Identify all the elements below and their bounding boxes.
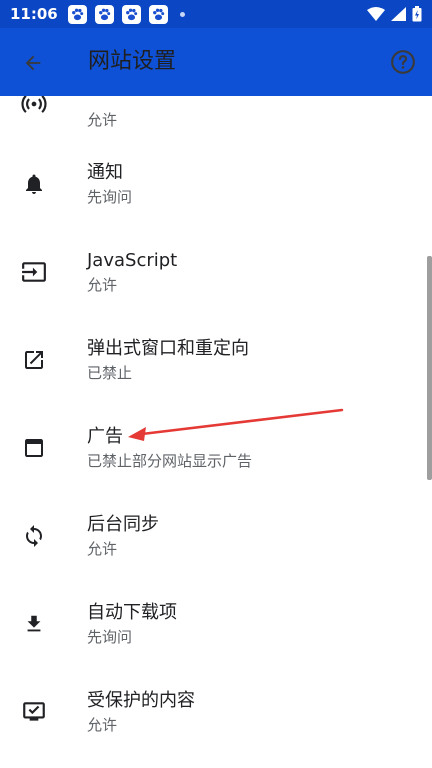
setting-summary: 允许 [87, 716, 118, 734]
setting-title: 自动下载项 [87, 602, 177, 623]
setting-summary: 先询问 [87, 628, 133, 646]
javascript-icon [20, 258, 48, 286]
setting-summary: 允许 [87, 540, 118, 558]
setting-row-background-sync[interactable]: 后台同步 允许 [0, 496, 420, 584]
status-indicators [367, 6, 422, 22]
help-icon [391, 50, 415, 74]
sensor-icon [20, 96, 48, 118]
app-bar: 网站设置 [0, 28, 432, 96]
setting-summary: 允许 [87, 111, 118, 129]
help-button[interactable] [388, 47, 418, 77]
baidu-paw-icon [94, 4, 114, 24]
setting-row-notifications[interactable]: 通知 先询问 [0, 144, 420, 232]
setting-row-ads[interactable]: 广告 已禁止部分网站显示广告 [0, 408, 420, 496]
open-in-new-icon [20, 346, 48, 374]
battery-charging-icon [412, 6, 422, 22]
download-icon [20, 610, 48, 638]
protected-content-icon [20, 698, 48, 726]
status-time: 11:06 [10, 5, 58, 23]
back-button[interactable] [16, 46, 50, 80]
setting-row-javascript[interactable]: JavaScript 允许 [0, 232, 420, 320]
baidu-paw-icon [121, 4, 141, 24]
setting-row-auto-downloads[interactable]: 自动下载项 先询问 [0, 584, 420, 672]
wifi-icon [367, 7, 385, 21]
page-title: 网站设置 [88, 49, 177, 74]
cell-signal-icon [391, 7, 406, 21]
more-notifications-dot-icon [179, 11, 185, 17]
scrollbar[interactable] [427, 256, 432, 480]
baidu-paw-icon [67, 4, 87, 24]
setting-summary: 已禁止部分网站显示广告 [87, 452, 253, 470]
setting-title: 广告 [87, 426, 123, 447]
ads-window-icon [20, 434, 48, 462]
setting-title: 后台同步 [87, 514, 159, 535]
setting-summary: 先询问 [87, 188, 133, 206]
site-settings-list: 允许 通知 先询问 JavaScript 允许 弹出式窗口和重定向 已禁止 广告… [0, 96, 432, 768]
setting-title: 通知 [87, 162, 123, 183]
bell-icon [20, 170, 48, 198]
setting-summary: 允许 [87, 276, 118, 294]
baidu-paw-icon [148, 4, 168, 24]
setting-title: 受保护的内容 [87, 690, 195, 711]
setting-title: 弹出式窗口和重定向 [87, 338, 249, 359]
setting-summary: 已禁止 [87, 364, 133, 382]
status-bar: 11:06 [0, 0, 432, 28]
arrow-back-icon [25, 55, 41, 71]
setting-row-popups[interactable]: 弹出式窗口和重定向 已禁止 [0, 320, 420, 408]
setting-title: JavaScript [87, 250, 178, 271]
setting-row-protected-content[interactable]: 受保护的内容 允许 [0, 672, 420, 760]
sync-icon [20, 522, 48, 550]
